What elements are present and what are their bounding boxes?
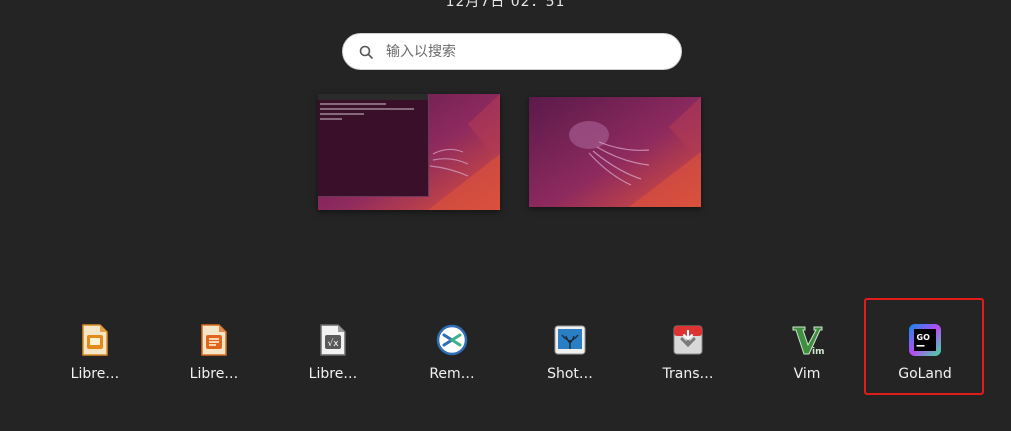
search-icon [358, 44, 374, 60]
app-label: Libre… [189, 366, 239, 382]
app-label: Shot… [547, 366, 593, 382]
libreoffice-writer-icon [196, 322, 232, 358]
app-grid: Libre… Libre… √x Libre… Rem… Shot… Trans… [0, 318, 1011, 398]
wallpaper-image [529, 97, 701, 207]
app-libreoffice-math[interactable]: √x Libre… [283, 318, 383, 388]
transmission-icon [670, 322, 706, 358]
goland-highlight-box [864, 298, 984, 395]
app-transmission[interactable]: Trans… [638, 318, 738, 388]
app-label: Trans… [662, 366, 714, 382]
search-input[interactable] [384, 42, 648, 61]
app-remmina[interactable]: Rem… [402, 318, 502, 388]
app-label: Libre… [308, 366, 358, 382]
svg-text:√x: √x [327, 338, 339, 349]
clock[interactable]: 12月7日 02：51 [0, 0, 1011, 11]
workspace-thumbnail-2[interactable] [529, 97, 701, 207]
svg-text:im: im [812, 347, 824, 357]
app-vim[interactable]: im Vim [757, 318, 857, 388]
shotwell-icon [552, 322, 588, 358]
workspace-thumbnail-1[interactable] [318, 94, 500, 210]
libreoffice-impress-icon [77, 322, 113, 358]
app-libreoffice-impress[interactable]: Libre… [45, 318, 145, 388]
terminal-window-preview [318, 94, 429, 197]
libreoffice-math-icon: √x [315, 322, 351, 358]
app-libreoffice-writer[interactable]: Libre… [164, 318, 264, 388]
app-label: Vim [793, 366, 821, 382]
app-shotwell[interactable]: Shot… [520, 318, 620, 388]
remmina-icon [434, 322, 470, 358]
app-label: Libre… [70, 366, 120, 382]
search-bar[interactable] [342, 33, 682, 70]
vim-icon: im [789, 322, 825, 358]
app-label: Rem… [429, 366, 475, 382]
